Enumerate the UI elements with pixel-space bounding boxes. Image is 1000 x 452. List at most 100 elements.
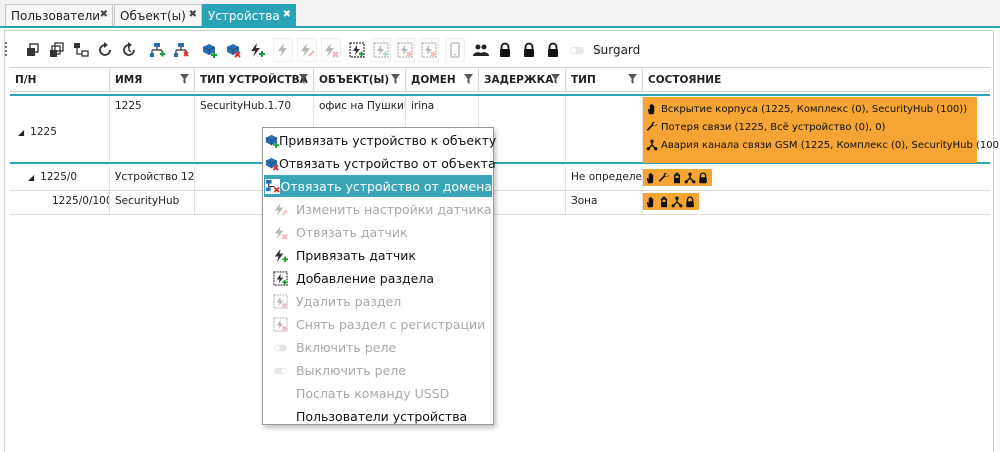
relay-on-icon[interactable]: [567, 38, 587, 62]
column-header-domain[interactable]: ДОМЕН: [406, 68, 479, 91]
add-partition-icon[interactable]: [347, 38, 367, 62]
close-icon[interactable]: ✖: [283, 9, 291, 20]
phone-icon[interactable]: [445, 38, 465, 62]
filter-icon[interactable]: [464, 74, 473, 84]
menu-item-label: Добавление раздела: [296, 270, 435, 286]
copy-multi-icon[interactable]: [47, 38, 67, 62]
edit-sensor-icon[interactable]: [297, 38, 317, 62]
menu-item-device-users[interactable]: Пользователи устройства: [264, 405, 492, 427]
column-header-objects[interactable]: ОБЪЕКТ(Ы): [314, 68, 406, 91]
link-object-icon[interactable]: [199, 38, 219, 62]
collapse-arrow-icon[interactable]: ◢: [18, 128, 24, 137]
pn-value: 1225: [30, 126, 57, 138]
menu-item-label: Послать команду USSD: [296, 385, 450, 401]
cancel-partition-icon[interactable]: [419, 38, 439, 62]
column-header-state[interactable]: СОСТОЯНИЕ: [643, 68, 990, 91]
hand-icon: [645, 196, 657, 208]
menu-item-relay-off[interactable]: Выключить реле: [264, 359, 492, 381]
state-icons: [643, 193, 699, 210]
state-item: Потеря связи (1225, Всё устройство (0), …: [643, 118, 977, 136]
close-icon[interactable]: ✖: [189, 9, 197, 20]
unlink-object-icon[interactable]: [223, 38, 243, 62]
unregister-partition-icon[interactable]: [395, 38, 415, 62]
tab-users[interactable]: Пользователи ✖: [5, 4, 113, 26]
table-row[interactable]: ◢ 1225/0 Устройство 1225 Не определен: [10, 167, 990, 191]
menu-item-add-partition[interactable]: Добавление раздела: [264, 267, 492, 289]
add-sensor-icon[interactable]: [247, 38, 267, 62]
tab-objects[interactable]: Объект(ы) ✖: [114, 4, 202, 26]
state-text: Потеря связи (1225, Всё устройство (0), …: [661, 121, 886, 133]
menu-item-edit-sensor[interactable]: Изменить настройки датчика: [264, 198, 492, 220]
state-icons: [643, 169, 712, 186]
column-header-name[interactable]: ИМЯ: [110, 68, 195, 91]
menu-item-label: Отвязать устройство от объекта: [279, 155, 496, 171]
cell-pn: ◢ 1225/0: [10, 167, 110, 190]
menu-item-relay-on[interactable]: Включить реле: [264, 336, 492, 358]
column-label: СОСТОЯНИЕ: [648, 74, 722, 86]
network-icon: [684, 172, 696, 184]
toolbar-grip-icon[interactable]: [5, 42, 8, 58]
column-header-type[interactable]: ТИП: [566, 68, 643, 91]
column-label: ТИП УСТРОЙСТВА: [200, 74, 308, 86]
menu-item-label: Выключить реле: [296, 362, 406, 378]
filter-icon[interactable]: [180, 74, 189, 84]
unlink-domain-icon: [264, 178, 280, 194]
column-label: П/Н: [15, 74, 37, 86]
menu-item-add-sensor[interactable]: Привязать датчик: [264, 244, 492, 266]
menu-item-delete-partition[interactable]: Удалить раздел: [264, 290, 492, 312]
refresh-icon[interactable]: [95, 38, 115, 62]
filter-icon[interactable]: [299, 74, 308, 84]
menu-item-unlink-object[interactable]: Отвязать устройство от объекта: [264, 152, 496, 174]
column-label: ТИП: [571, 74, 596, 86]
table-row[interactable]: ◢ 1225 1225 SecurityHub.1.70 офис на Пушк…: [10, 94, 1000, 164]
menu-item-unlink-sensor[interactable]: Отвязать датчик: [264, 221, 492, 243]
add-sensor-icon: [273, 248, 288, 263]
tab-devices[interactable]: Устройства ✖: [202, 4, 296, 26]
menu-item-label: Удалить раздел: [296, 293, 402, 309]
tab-objects-label: Объект(ы): [120, 8, 186, 23]
collapse-arrow-icon[interactable]: ◢: [28, 173, 34, 182]
copy-icon[interactable]: [23, 38, 43, 62]
edit-sensor-icon[interactable]: [273, 38, 293, 62]
surgard-label[interactable]: Surgard: [593, 43, 640, 57]
state-item: Авария канала связи GSM (1225, Комплекс …: [643, 136, 1000, 154]
lock-icon[interactable]: [519, 38, 539, 62]
unregister-partition-icon: [273, 317, 288, 332]
state-list: Вскрытие корпуса (1225, Комплекс (0), Se…: [643, 97, 1000, 163]
cell-type: Зона: [566, 191, 643, 214]
menu-item-link-object[interactable]: Привязать устройство к объекту: [264, 129, 496, 151]
filter-icon[interactable]: [391, 74, 400, 84]
users-icon[interactable]: [471, 38, 491, 62]
delete-partition-icon[interactable]: [371, 38, 391, 62]
hierarchy-icon[interactable]: [71, 38, 91, 62]
state-text: Авария канала связи GSM (1225, Комплекс …: [661, 139, 1000, 151]
cell-type: [566, 96, 643, 162]
menu-item-send-ussd[interactable]: Послать команду USSD: [264, 382, 492, 404]
close-icon[interactable]: ✖: [100, 9, 108, 20]
remove-branch-icon[interactable]: [171, 38, 191, 62]
filter-icon[interactable]: [628, 74, 637, 84]
filter-icon[interactable]: [551, 74, 560, 84]
column-header-pn[interactable]: П/Н: [10, 68, 110, 91]
relay-off-icon: [273, 363, 288, 378]
lock-icon[interactable]: [495, 38, 515, 62]
cell-name: Устройство 1225: [110, 167, 195, 190]
add-branch-icon[interactable]: [147, 38, 167, 62]
timer-refresh-icon[interactable]: [119, 38, 139, 62]
battery-icon: [671, 172, 683, 184]
menu-item-label: Отвязать датчик: [296, 224, 408, 240]
menu-item-unregister-partition[interactable]: Снять раздел с регистрации: [264, 313, 492, 335]
lock-icon: [697, 172, 709, 184]
column-header-device-type[interactable]: ТИП УСТРОЙСТВА: [195, 68, 314, 91]
table-row[interactable]: 1225/0/100 SecurityHub Зона: [10, 191, 990, 215]
cell-type: Не определен: [566, 167, 643, 190]
menu-item-label: Снять раздел с регистрации: [296, 316, 486, 332]
toolbar: Surgard: [5, 38, 995, 64]
lock-icon[interactable]: [543, 38, 563, 62]
column-label: ОБЪЕКТ(Ы): [319, 74, 390, 86]
state-text: Вскрытие корпуса (1225, Комплекс (0), Se…: [661, 103, 968, 115]
unlink-sensor-icon[interactable]: [321, 38, 341, 62]
menu-item-unlink-domain[interactable]: Отвязать устройство от домена: [264, 175, 492, 197]
menu-item-label: Включить реле: [296, 339, 397, 355]
column-header-delay[interactable]: ЗАДЕРЖКА: [479, 68, 566, 91]
